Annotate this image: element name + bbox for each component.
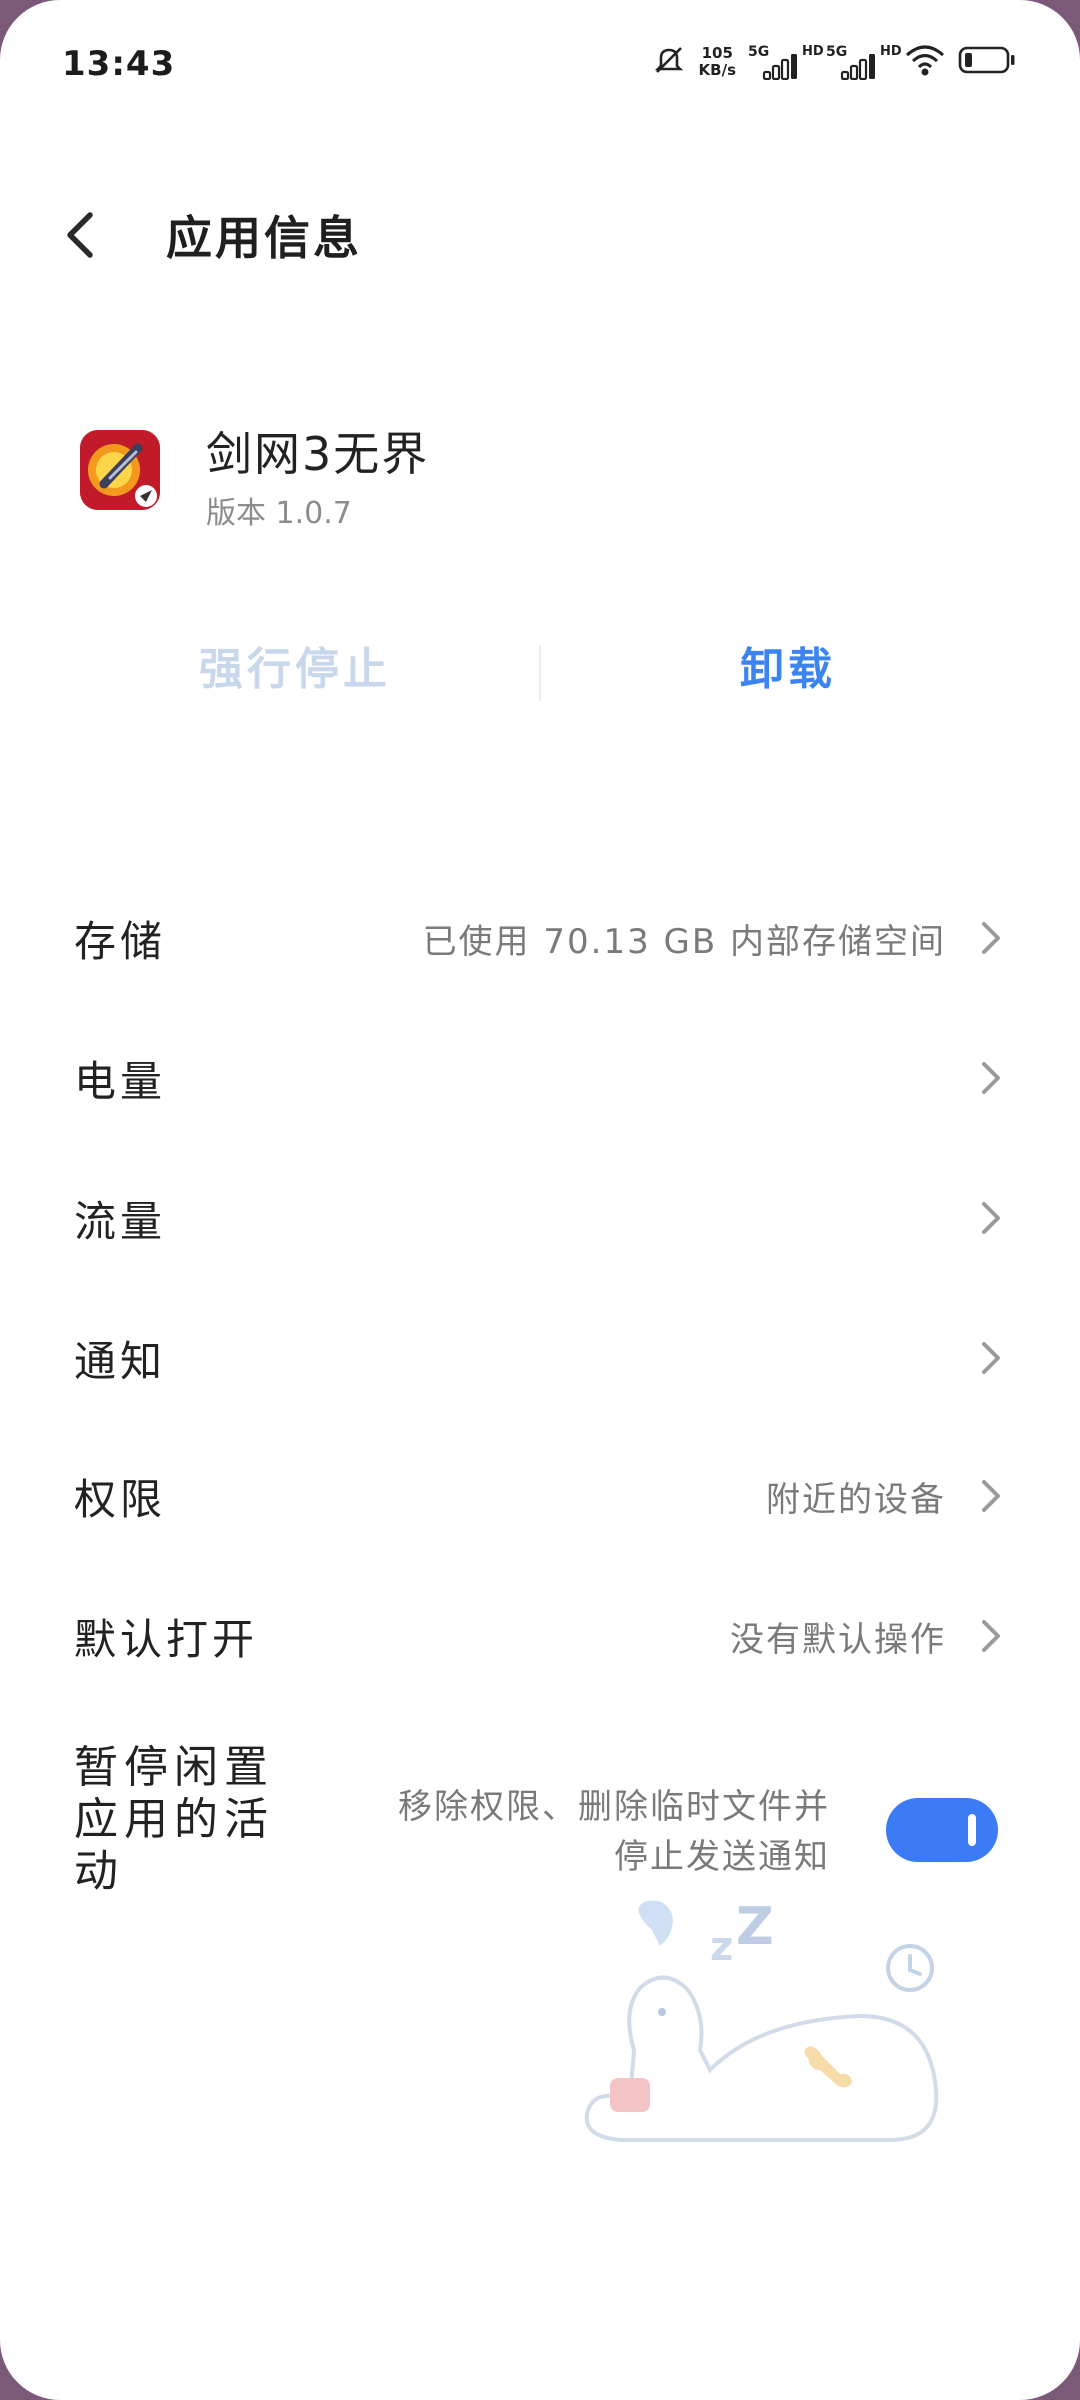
- chevron-right-icon: [982, 1620, 1000, 1652]
- svg-text:Z: Z: [736, 1900, 774, 1957]
- back-button[interactable]: [62, 200, 122, 270]
- toggle-knob: [968, 1814, 976, 1846]
- back-arrow-icon: [67, 212, 93, 258]
- hd-label: HD: [802, 44, 824, 59]
- chevron-right-icon: [982, 1480, 1000, 1512]
- mute-bell-icon: [651, 42, 687, 82]
- uninstall-button[interactable]: 卸载: [638, 630, 938, 710]
- row-value: 附近的设备: [766, 1480, 946, 1520]
- data-usage-row[interactable]: 流量: [0, 1158, 1080, 1278]
- row-value: 已使用 70.13 GB 内部存储空间: [422, 922, 946, 962]
- signal-icon: 5G HD: [748, 42, 824, 82]
- force-stop-button[interactable]: 强行停止: [145, 630, 445, 710]
- network-speed-unit: KB/s: [698, 61, 736, 79]
- app-name: 剑网3无界: [206, 427, 430, 481]
- sleeping-dog-illustration: z Z: [584, 1900, 939, 2142]
- app-info-screen: 13:43 105 KB/s 5G HD 5G HD 应用信息 剑网3无界 版本…: [0, 0, 1080, 2400]
- row-label: 权限: [74, 1475, 167, 1524]
- pause-activity-label: 暂停闲置应用的活动: [74, 1742, 274, 1897]
- row-label: 默认打开: [74, 1615, 259, 1664]
- chevron-right-icon: [982, 1062, 1000, 1094]
- row-value: 没有默认操作: [730, 1620, 946, 1660]
- storage-row[interactable]: 存储 已使用 70.13 GB 内部存储空间: [0, 878, 1080, 998]
- action-divider: [539, 645, 541, 701]
- battery-icon: [958, 45, 1016, 79]
- status-bar: 13:43 105 KB/s 5G HD 5G HD: [0, 0, 1080, 130]
- signal-icon: 5G HD: [826, 42, 902, 82]
- battery-row[interactable]: 电量: [0, 1018, 1080, 1138]
- notifications-row[interactable]: 通知: [0, 1298, 1080, 1418]
- permissions-row[interactable]: 权限 附近的设备: [0, 1436, 1080, 1556]
- app-icon: [80, 430, 160, 510]
- svg-text:z: z: [710, 1924, 733, 1970]
- wifi-icon: [904, 43, 946, 81]
- chevron-right-icon: [982, 1342, 1000, 1374]
- hd-label: HD: [880, 44, 902, 59]
- default-open-row[interactable]: 默认打开 没有默认操作: [0, 1576, 1080, 1696]
- pause-activity-description: 移除权限、删除临时文件并停止发送通知: [398, 1787, 830, 1877]
- row-label: 通知: [74, 1337, 167, 1386]
- status-icons: 105 KB/s 5G HD 5G HD: [651, 42, 1016, 82]
- pause-activity-toggle[interactable]: [886, 1798, 998, 1862]
- row-label: 流量: [74, 1197, 167, 1246]
- status-time: 13:43: [62, 44, 176, 84]
- network-speed: 105 KB/s: [699, 45, 736, 79]
- chevron-right-icon: [982, 1202, 1000, 1234]
- row-label: 电量: [74, 1057, 167, 1106]
- chevron-right-icon: [982, 922, 1000, 954]
- app-version: 版本 1.0.7: [206, 496, 352, 531]
- page-title: 应用信息: [166, 211, 362, 265]
- row-label: 存储: [74, 917, 167, 966]
- network-speed-value: 105: [701, 44, 733, 62]
